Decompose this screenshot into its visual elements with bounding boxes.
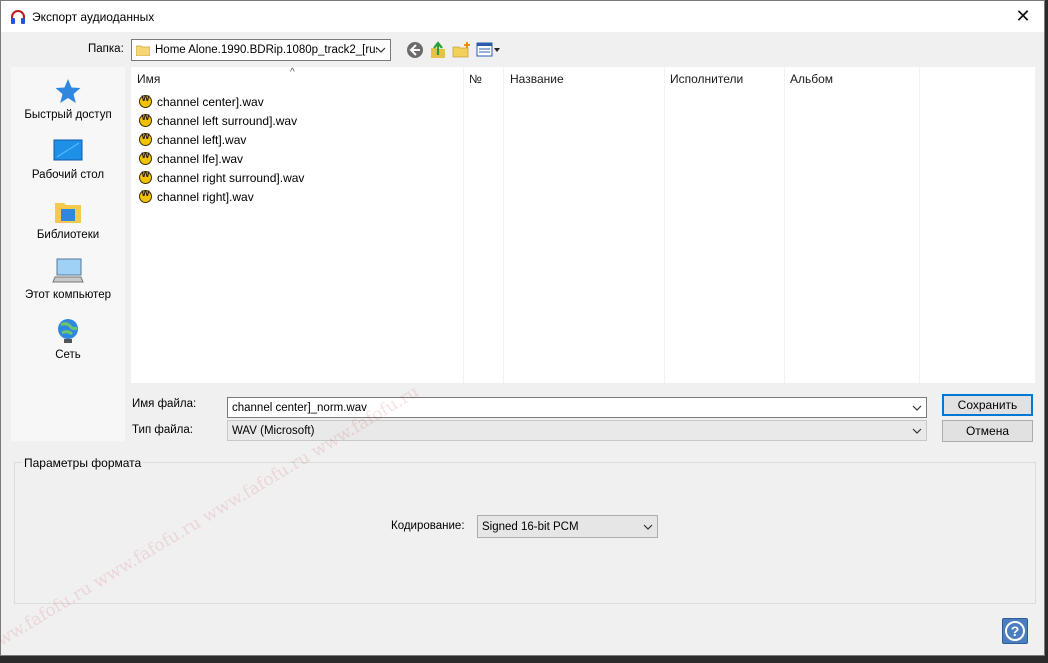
file-name: channel left surround].wav — [157, 113, 298, 128]
title-bar: Экспорт аудиоданных ✕ — [1, 1, 1044, 32]
file-name: channel left].wav — [157, 132, 247, 147]
format-options-label: Параметры формата — [22, 456, 144, 470]
star-icon — [55, 79, 81, 103]
place-this-pc[interactable]: Этот компьютер — [11, 257, 125, 301]
file-row[interactable]: channel right].wav — [139, 187, 254, 206]
folder-icon — [136, 45, 150, 56]
file-name: channel right].wav — [157, 189, 254, 204]
close-button[interactable]: ✕ — [1012, 6, 1034, 26]
place-label: Сеть — [55, 349, 81, 361]
file-name: channel lfe].wav — [157, 151, 244, 166]
up-folder-icon[interactable] — [428, 40, 448, 60]
filetype-select[interactable]: WAV (Microsoft) — [227, 420, 927, 441]
file-row[interactable]: channel left surround].wav — [139, 111, 297, 130]
column-header-number[interactable]: № — [463, 67, 503, 91]
wav-file-icon — [139, 169, 152, 184]
folder-combo-value: Home Alone.1990.BDRip.1080p_track2_[rus] — [155, 44, 377, 56]
folder-label: Папка: — [88, 43, 124, 55]
desktop-icon — [53, 139, 83, 161]
help-button[interactable]: ? — [1002, 618, 1028, 644]
encoding-value: Signed 16-bit PCM — [482, 520, 579, 533]
column-header-title[interactable]: Название — [504, 67, 664, 91]
place-libraries[interactable]: Библиотеки — [11, 197, 125, 241]
wav-file-icon — [139, 150, 152, 165]
chevron-down-icon — [376, 47, 386, 53]
places-bar: Быстрый доступ Рабочий стол Библиотеки Э… — [11, 67, 125, 441]
place-label: Этот компьютер — [25, 289, 111, 301]
column-separator — [463, 67, 464, 383]
computer-icon — [52, 258, 84, 283]
chevron-down-icon — [643, 524, 653, 530]
file-name: channel center].wav — [157, 94, 264, 109]
folder-combo[interactable]: Home Alone.1990.BDRip.1080p_track2_[rus] — [131, 39, 391, 61]
file-row[interactable]: channel right surround].wav — [139, 168, 304, 187]
place-label: Быстрый доступ — [24, 109, 112, 121]
place-desktop[interactable]: Рабочий стол — [11, 137, 125, 181]
encoding-label: Кодирование: — [391, 520, 465, 532]
column-header-album[interactable]: Альбом — [784, 67, 919, 91]
view-menu-icon[interactable] — [476, 40, 502, 60]
file-list[interactable]: ^ Имя № Название Исполнители Альбом chan… — [131, 67, 1035, 383]
file-name: channel right surround].wav — [157, 170, 305, 185]
window-title: Экспорт аудиоданных — [32, 9, 155, 24]
filename-label: Имя файла: — [132, 398, 197, 410]
filename-input[interactable]: channel center]_norm.wav — [227, 397, 927, 418]
place-label: Библиотеки — [36, 229, 100, 241]
column-header-name[interactable]: Имя — [131, 67, 463, 91]
chevron-down-icon — [912, 428, 922, 434]
help-icon: ? — [1005, 621, 1025, 641]
wav-file-icon — [139, 131, 152, 146]
cancel-button[interactable]: Отмена — [942, 420, 1033, 442]
chevron-down-icon[interactable] — [911, 402, 923, 414]
back-icon[interactable] — [405, 40, 425, 60]
column-separator — [919, 67, 920, 383]
libraries-icon — [55, 203, 81, 223]
headphones-icon — [11, 9, 25, 24]
save-button[interactable]: Сохранить — [942, 394, 1033, 416]
file-row[interactable]: channel center].wav — [139, 92, 264, 111]
wav-file-icon — [139, 112, 152, 127]
place-network[interactable]: Сеть — [11, 317, 125, 361]
column-separator — [784, 67, 785, 383]
export-audio-dialog: Экспорт аудиоданных ✕ Папка: Home Alone.… — [0, 0, 1045, 658]
filetype-value: WAV (Microsoft) — [232, 424, 315, 437]
new-folder-icon[interactable] — [452, 40, 472, 60]
column-separator — [664, 67, 665, 383]
place-quick-access[interactable]: Быстрый доступ — [11, 77, 125, 121]
filetype-label: Тип файла: — [132, 424, 193, 436]
filename-value: channel center]_norm.wav — [232, 401, 367, 414]
wav-file-icon — [139, 93, 152, 108]
wav-file-icon — [139, 188, 152, 203]
place-label: Рабочий стол — [31, 169, 105, 181]
network-icon — [58, 319, 78, 343]
column-header-artists[interactable]: Исполнители — [664, 67, 784, 91]
file-row[interactable]: channel lfe].wav — [139, 149, 243, 168]
encoding-select[interactable]: Signed 16-bit PCM — [477, 515, 658, 538]
file-row[interactable]: channel left].wav — [139, 130, 246, 149]
column-separator — [503, 67, 504, 383]
